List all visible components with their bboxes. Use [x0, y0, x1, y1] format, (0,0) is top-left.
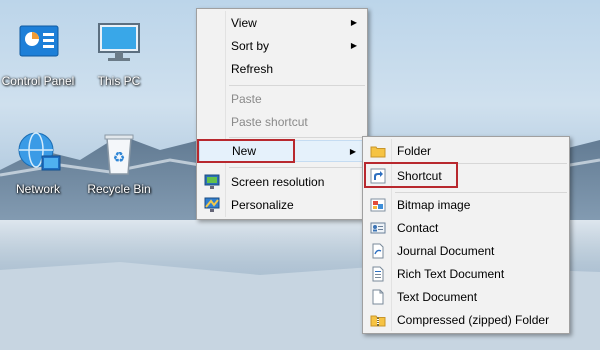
desktop-icon-control-panel[interactable]: Control Panel — [0, 22, 80, 88]
menu-separator — [395, 192, 567, 193]
control-panel-icon — [14, 22, 62, 70]
new-item-highlight-box — [197, 139, 295, 163]
menu-item-refresh[interactable]: Refresh — [199, 58, 365, 80]
menu-item-label: Sort by — [231, 39, 270, 53]
menu-item-label: Journal Document — [397, 244, 495, 258]
recycle-bin-icon: ♻ — [95, 130, 143, 178]
menu-item-label: Compressed (zipped) Folder — [397, 313, 550, 327]
menu-item-label: Screen resolution — [231, 175, 325, 189]
menu-item-personalize[interactable]: Personalize — [199, 194, 365, 216]
menu-item-label: Paste shortcut — [231, 115, 308, 129]
bitmap-image-icon — [370, 197, 386, 213]
rich-text-document-icon — [370, 266, 386, 282]
submenu-arrow-icon: ▶ — [349, 147, 356, 156]
journal-document-icon — [370, 243, 386, 259]
menu-item-screen-resolution[interactable]: Screen resolution — [199, 171, 365, 193]
submenu-item-folder[interactable]: Folder — [365, 140, 567, 162]
submenu-item-zipped-folder[interactable]: Compressed (zipped) Folder — [365, 309, 567, 331]
submenu-item-contact[interactable]: Contact — [365, 217, 567, 239]
menu-separator — [229, 167, 365, 168]
svg-text:♻: ♻ — [113, 150, 126, 166]
submenu-item-rich-text-document[interactable]: Rich Text Document — [365, 263, 567, 285]
menu-item-label: View — [231, 16, 257, 30]
menu-item-paste-shortcut[interactable]: Paste shortcut — [199, 111, 365, 133]
menu-item-label: Rich Text Document — [397, 267, 505, 281]
menu-item-view[interactable]: View ▶ — [199, 12, 365, 34]
desktop-icon-label: This PC — [97, 74, 141, 88]
menu-item-paste[interactable]: Paste — [199, 88, 365, 110]
zipped-folder-icon — [370, 312, 386, 328]
menu-separator — [229, 85, 365, 86]
menu-item-label: Folder — [397, 144, 432, 158]
desktop-icon-label: Control Panel — [1, 74, 75, 88]
submenu-item-bitmap-image[interactable]: Bitmap image — [365, 194, 567, 216]
desktop-icon-recycle-bin[interactable]: ♻ Recycle Bin — [77, 130, 161, 196]
submenu-arrow-icon: ▶ — [350, 18, 357, 27]
submenu-item-text-document[interactable]: Text Document — [365, 286, 567, 308]
menu-item-label: Contact — [397, 221, 439, 235]
menu-item-label: Paste — [231, 92, 262, 106]
menu-item-label: Refresh — [231, 62, 274, 76]
folder-icon — [370, 143, 386, 159]
submenu-arrow-icon: ▶ — [350, 41, 357, 50]
desktop-context-menu: View ▶ Sort by ▶ Refresh Paste Paste sho… — [196, 8, 368, 220]
monitor-icon — [95, 22, 143, 70]
desktop-icon-label: Network — [15, 182, 60, 196]
menu-item-label: Personalize — [231, 198, 294, 212]
menu-separator — [229, 137, 365, 138]
menu-item-label: Text Document — [397, 290, 478, 304]
desktop-icon-label: Recycle Bin — [87, 182, 151, 196]
menu-item-sort-by[interactable]: Sort by ▶ — [199, 35, 365, 57]
menu-item-label: Bitmap image — [397, 198, 471, 212]
shortcut-item-highlight-box — [364, 162, 458, 188]
desktop-icon-network[interactable]: Network — [0, 130, 80, 196]
contact-icon — [370, 220, 386, 236]
network-globe-icon — [14, 130, 62, 178]
personalize-icon — [204, 197, 220, 213]
screen-resolution-icon — [204, 174, 220, 190]
submenu-item-journal-document[interactable]: Journal Document — [365, 240, 567, 262]
text-document-icon — [370, 289, 386, 305]
desktop-icon-this-pc[interactable]: This PC — [77, 22, 161, 88]
